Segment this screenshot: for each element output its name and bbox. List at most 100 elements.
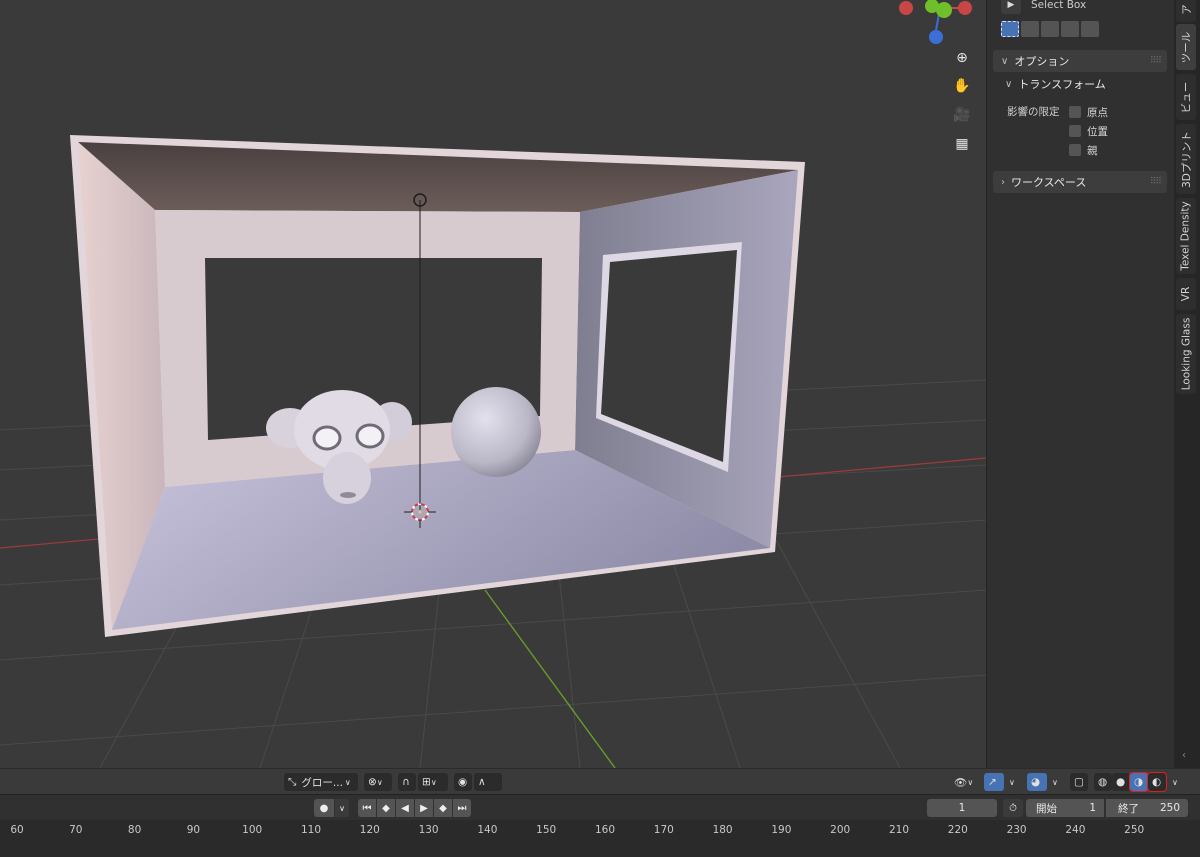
frame-ruler[interactable]: 60 70 80 90 100 110 120 130 140 150 160 170 180 190 20… bbox=[0, 820, 1200, 857]
proportional-edit-toggle[interactable]: ◉ bbox=[454, 773, 472, 791]
ruler-tick-label: 150 bbox=[536, 824, 557, 836]
shading-material-preview-button[interactable]: ◑ bbox=[1129, 772, 1149, 792]
hand-pan-icon[interactable]: ✋ bbox=[950, 74, 974, 98]
checkbox-box[interactable] bbox=[1069, 144, 1081, 156]
play-reverse-button[interactable]: ◀ bbox=[396, 799, 414, 817]
shading-rendered-button[interactable]: ◐ bbox=[1147, 772, 1167, 792]
cursor-arrow-icon[interactable]: ▶ bbox=[1001, 0, 1021, 14]
ruler-tick-label: 190 bbox=[771, 824, 792, 836]
chevron-down-icon: ∨ bbox=[344, 777, 351, 787]
checkbox-parent[interactable]: 親 bbox=[1069, 142, 1098, 158]
3d-viewport[interactable]: ⊕ ✋ 🎥 ▦ bbox=[0, 0, 986, 768]
snap-toggle[interactable]: ∩ bbox=[398, 773, 416, 791]
active-tool-row: ▶ Select Box bbox=[1001, 0, 1086, 14]
end-frame-field[interactable]: 終了 250 bbox=[1106, 799, 1188, 817]
ruler-tick-label: 170 bbox=[653, 824, 674, 836]
next-keyframe-button[interactable]: ◆ bbox=[434, 799, 452, 817]
checkbox-box[interactable] bbox=[1069, 106, 1081, 118]
select-new-icon[interactable] bbox=[1001, 21, 1019, 37]
ruler-tick-label: 250 bbox=[1124, 824, 1145, 836]
chevron-left-icon[interactable]: ‹ bbox=[1182, 750, 1186, 761]
xray-toggle[interactable]: ▢ bbox=[1070, 773, 1088, 791]
snap-target-dropdown[interactable]: ⊞ ∨ bbox=[418, 773, 448, 791]
ruler-tick-label: 120 bbox=[359, 824, 380, 836]
ruler-tick-label: 240 bbox=[1065, 824, 1086, 836]
pivot-icon: ⊗ bbox=[368, 776, 377, 788]
start-frame-field[interactable]: 開始 1 bbox=[1026, 799, 1104, 817]
scene-render bbox=[0, 0, 986, 768]
chevron-down-icon: ∨ bbox=[376, 777, 383, 787]
prev-keyframe-button[interactable]: ◆ bbox=[377, 799, 395, 817]
stopwatch-icon[interactable]: ⏱ bbox=[1003, 799, 1023, 817]
ruler-tick-label: 70 bbox=[69, 824, 83, 836]
ruler-tick-label: 180 bbox=[712, 824, 733, 836]
jump-start-button[interactable]: ⏮ bbox=[358, 799, 376, 817]
jump-end-icon: ⏭ bbox=[457, 802, 467, 814]
shading-options-dropdown[interactable]: ∨ bbox=[1168, 773, 1182, 791]
xray-icon: ▢ bbox=[1074, 776, 1084, 788]
tab-vr[interactable]: VR bbox=[1176, 278, 1196, 310]
pivot-point-dropdown[interactable]: ⊗ ∨ bbox=[364, 773, 392, 791]
options-panel-header[interactable]: ∨ オプション ⠿⠿ bbox=[993, 50, 1167, 72]
drag-grip-icon[interactable]: ⠿⠿ bbox=[1150, 56, 1162, 66]
camera-view-icon[interactable]: 🎥 bbox=[950, 103, 974, 127]
chevron-down-icon: ∨ bbox=[339, 803, 345, 813]
chevron-down-icon: ∨ bbox=[1172, 777, 1178, 787]
proportional-edit-icon: ◉ bbox=[458, 776, 468, 788]
keying-dropdown[interactable]: ∨ bbox=[335, 799, 349, 817]
shading-solid-button[interactable]: ● bbox=[1112, 773, 1130, 791]
ruler-tick-label: 160 bbox=[594, 824, 616, 836]
snap-increment-icon: ⊞ bbox=[422, 776, 431, 788]
transform-subpanel-header[interactable]: ∨ トランスフォーム bbox=[1005, 74, 1106, 94]
jump-end-button[interactable]: ⏭ bbox=[453, 799, 471, 817]
chevron-right-icon: › bbox=[1001, 176, 1005, 188]
current-frame-field[interactable]: 1 bbox=[927, 799, 997, 817]
workspace-panel-header[interactable]: › ワークスペース ⠿⠿ bbox=[993, 171, 1167, 193]
select-subtract-icon[interactable] bbox=[1041, 21, 1059, 37]
chevron-down-icon: ∨ bbox=[1052, 777, 1058, 787]
overlays-toggle[interactable]: ◕ bbox=[1027, 773, 1047, 791]
chevron-down-icon: ∨ bbox=[430, 777, 437, 787]
play-button[interactable]: ▶ bbox=[415, 799, 433, 817]
grid-ortho-icon[interactable]: ▦ bbox=[950, 132, 974, 156]
tab-texel-density[interactable]: Texel Density bbox=[1176, 198, 1196, 274]
transform-orientation-dropdown[interactable]: ⤡ グロー... ∨ bbox=[284, 773, 358, 791]
ruler-tick-label: 230 bbox=[1006, 824, 1027, 836]
timeline-header: ● ∨ ⏮ ◆ ◀ ▶ ◆ ⏭ 1 ⏱ 開始 1 終了 250 bbox=[0, 794, 1200, 820]
ruler-tick-label: 80 bbox=[127, 824, 142, 836]
chevron-down-icon: ∨ bbox=[1005, 78, 1013, 90]
zoom-icon[interactable]: ⊕ bbox=[950, 46, 974, 70]
shading-wireframe-button[interactable]: ◍ bbox=[1094, 773, 1112, 791]
select-extend-icon[interactable] bbox=[1021, 21, 1039, 37]
tab-tool[interactable]: ツール bbox=[1176, 24, 1196, 70]
record-button[interactable]: ● bbox=[314, 799, 334, 817]
drag-grip-icon[interactable]: ⠿⠿ bbox=[1150, 177, 1162, 187]
tab-3d-print[interactable]: 3Dプリント bbox=[1176, 124, 1196, 194]
checkbox-box[interactable] bbox=[1069, 125, 1081, 137]
checkbox-location[interactable]: 位置 bbox=[1069, 123, 1108, 139]
wireframe-sphere-icon: ◍ bbox=[1098, 776, 1108, 788]
overlays-dropdown[interactable]: ∨ bbox=[1048, 773, 1062, 791]
chevron-down-icon: ∨ bbox=[1001, 55, 1009, 67]
rendered-sphere-icon: ◐ bbox=[1152, 776, 1162, 788]
gizmo-toggle[interactable]: ↗ bbox=[984, 773, 1004, 791]
viewport-header: ⤡ グロー... ∨ ⊗ ∨ ∩ ⊞ ∨ ◉ ∧ 👁 ∨ ↗ ∨ ◕ ∨ ▢ ◍ ● … bbox=[0, 768, 1200, 794]
y-axis-line bbox=[484, 589, 616, 768]
select-invert-icon[interactable] bbox=[1061, 21, 1079, 37]
checkbox-origin[interactable]: 原点 bbox=[1069, 104, 1108, 120]
chevron-down-icon: ∨ bbox=[967, 777, 974, 787]
falloff-dropdown[interactable]: ∧ bbox=[474, 773, 502, 791]
navigation-gizmo bbox=[899, 0, 972, 44]
ruler-tick-label: 220 bbox=[947, 824, 968, 836]
select-intersect-icon[interactable] bbox=[1081, 21, 1099, 37]
tab-item[interactable]: ア bbox=[1176, 0, 1196, 22]
ruler-tick-label: 200 bbox=[830, 824, 851, 836]
tab-looking-glass[interactable]: Looking Glass bbox=[1176, 314, 1196, 394]
affect-only-label: 影響の限定 bbox=[1007, 106, 1060, 118]
overlays-icon: ◕ bbox=[1031, 776, 1041, 788]
ruler-tick-label: 130 bbox=[418, 824, 439, 836]
tab-view[interactable]: ビュー bbox=[1176, 74, 1196, 120]
gizmo-dropdown[interactable]: ∨ bbox=[1005, 773, 1019, 791]
visibility-dropdown[interactable]: 👁 ∨ bbox=[950, 773, 980, 791]
material-sphere-icon: ◑ bbox=[1134, 776, 1144, 788]
